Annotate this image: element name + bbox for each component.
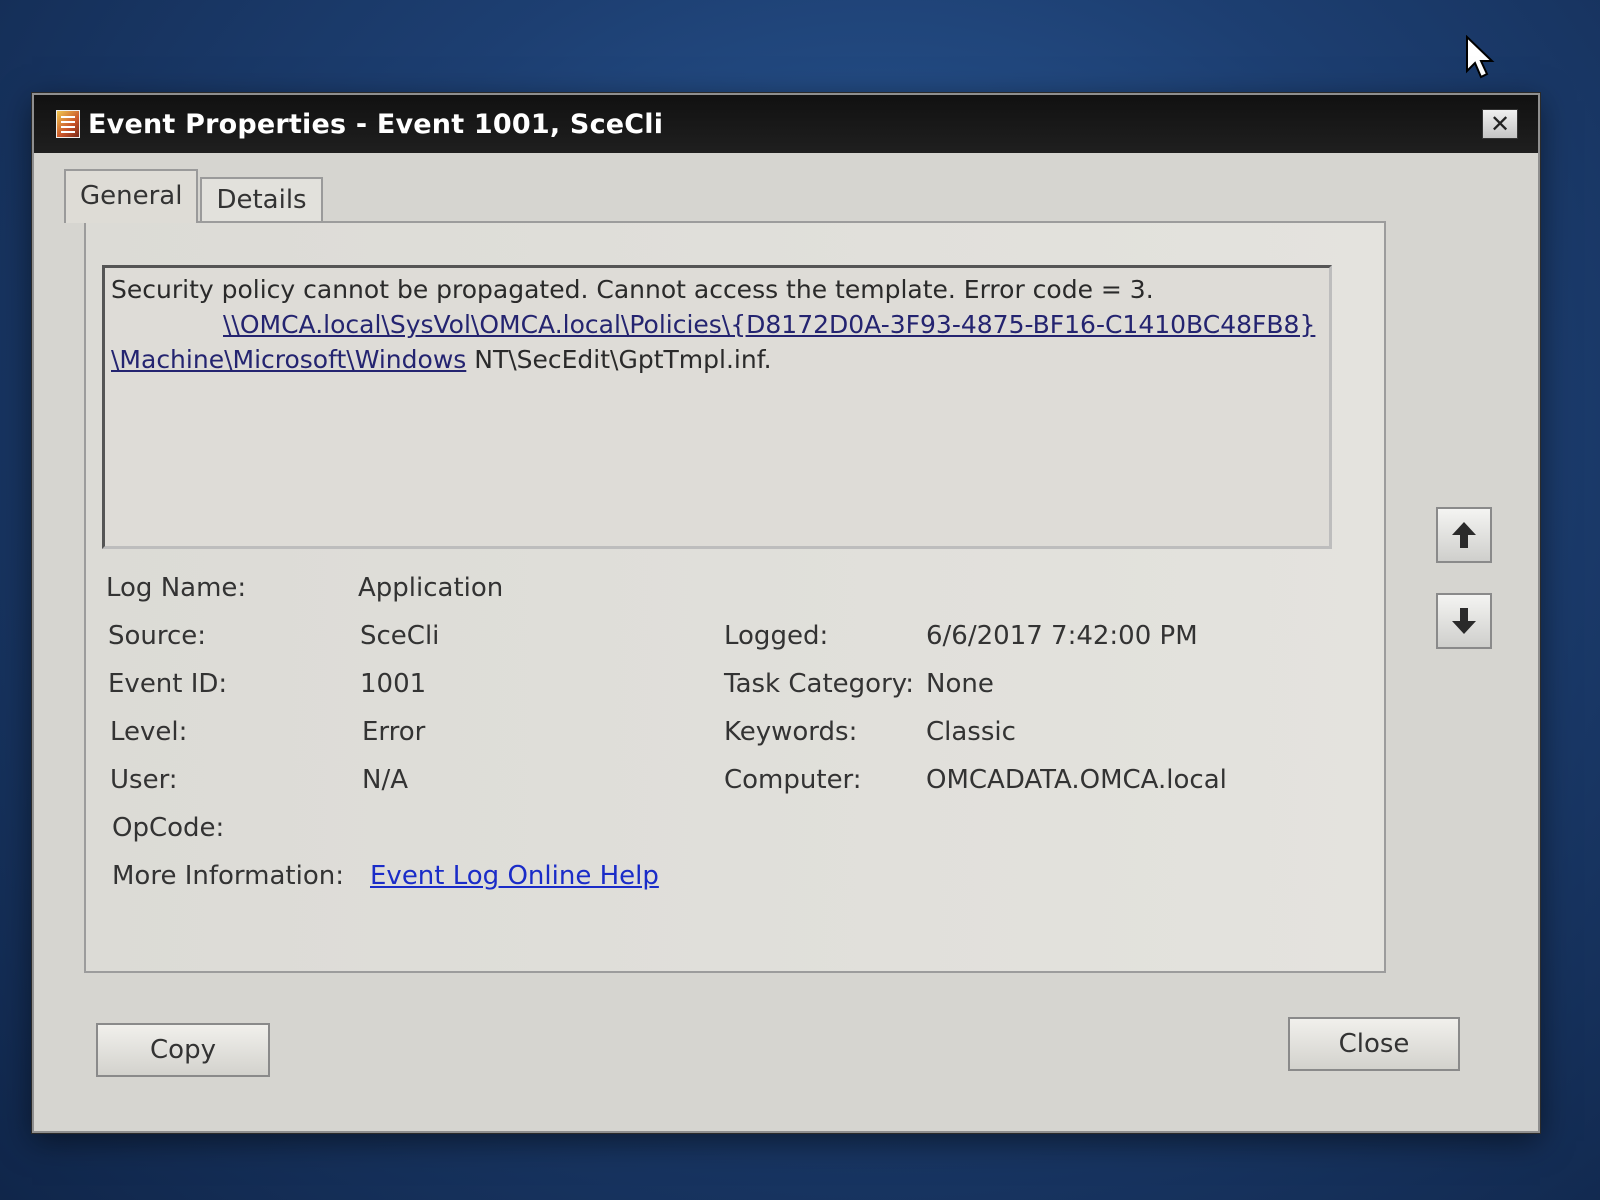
event-log-online-help-link[interactable]: Event Log Online Help (370, 861, 659, 891)
task-category-value: None (926, 669, 994, 699)
close-icon: ✕ (1489, 110, 1511, 138)
template-path-link[interactable]: \\OMCA.local\SysVol\OMCA.local\Policies\… (223, 310, 1315, 339)
user-value: N/A (362, 765, 408, 795)
next-event-button[interactable] (1436, 593, 1492, 649)
event-id-label: Event ID: (108, 669, 228, 699)
tab-details[interactable]: Details (200, 177, 323, 223)
keywords-value: Classic (926, 717, 1016, 747)
general-tab-panel: Security policy cannot be propagated. Ca… (84, 221, 1386, 973)
template-path-link-continued[interactable]: \Machine\Microsoft\Windows (111, 345, 466, 374)
computer-label: Computer: (724, 765, 862, 795)
close-button[interactable]: Close (1288, 1017, 1460, 1071)
logged-label: Logged: (724, 621, 829, 651)
source-value: SceCli (360, 621, 440, 651)
window-title: Event Properties - Event 1001, SceCli (88, 108, 664, 140)
event-id-value: 1001 (360, 669, 427, 699)
arrow-up-icon (1452, 522, 1476, 548)
mouse-pointer-icon (1466, 35, 1495, 79)
tab-bar: General Details (64, 167, 323, 223)
level-value: Error (362, 717, 426, 747)
log-name-value: Application (358, 573, 504, 603)
arrow-down-icon (1452, 608, 1476, 634)
level-label: Level: (110, 717, 188, 747)
log-name-label: Log Name: (106, 573, 247, 603)
event-properties-dialog: Event Properties - Event 1001, SceCli ✕ … (32, 93, 1540, 1133)
source-label: Source: (108, 621, 207, 651)
opcode-label: OpCode: (112, 813, 225, 843)
event-description-box[interactable]: Security policy cannot be propagated. Ca… (102, 265, 1332, 549)
event-viewer-icon (56, 110, 80, 138)
user-label: User: (110, 765, 178, 795)
more-information-label: More Information: (112, 861, 344, 891)
close-window-button[interactable]: ✕ (1482, 109, 1518, 139)
template-path-rest: NT\SecEdit\GptTmpl.inf. (466, 345, 772, 374)
computer-value: OMCADATA.OMCA.local (926, 765, 1227, 795)
keywords-label: Keywords: (724, 717, 858, 747)
task-category-label: Task Category: (724, 669, 915, 699)
copy-button[interactable]: Copy (96, 1023, 270, 1077)
description-line-1: Security policy cannot be propagated. Ca… (111, 275, 1154, 304)
previous-event-button[interactable] (1436, 507, 1492, 563)
tab-general[interactable]: General (64, 169, 199, 223)
title-bar[interactable]: Event Properties - Event 1001, SceCli ✕ (34, 95, 1538, 153)
logged-value: 6/6/2017 7:42:00 PM (926, 621, 1198, 651)
